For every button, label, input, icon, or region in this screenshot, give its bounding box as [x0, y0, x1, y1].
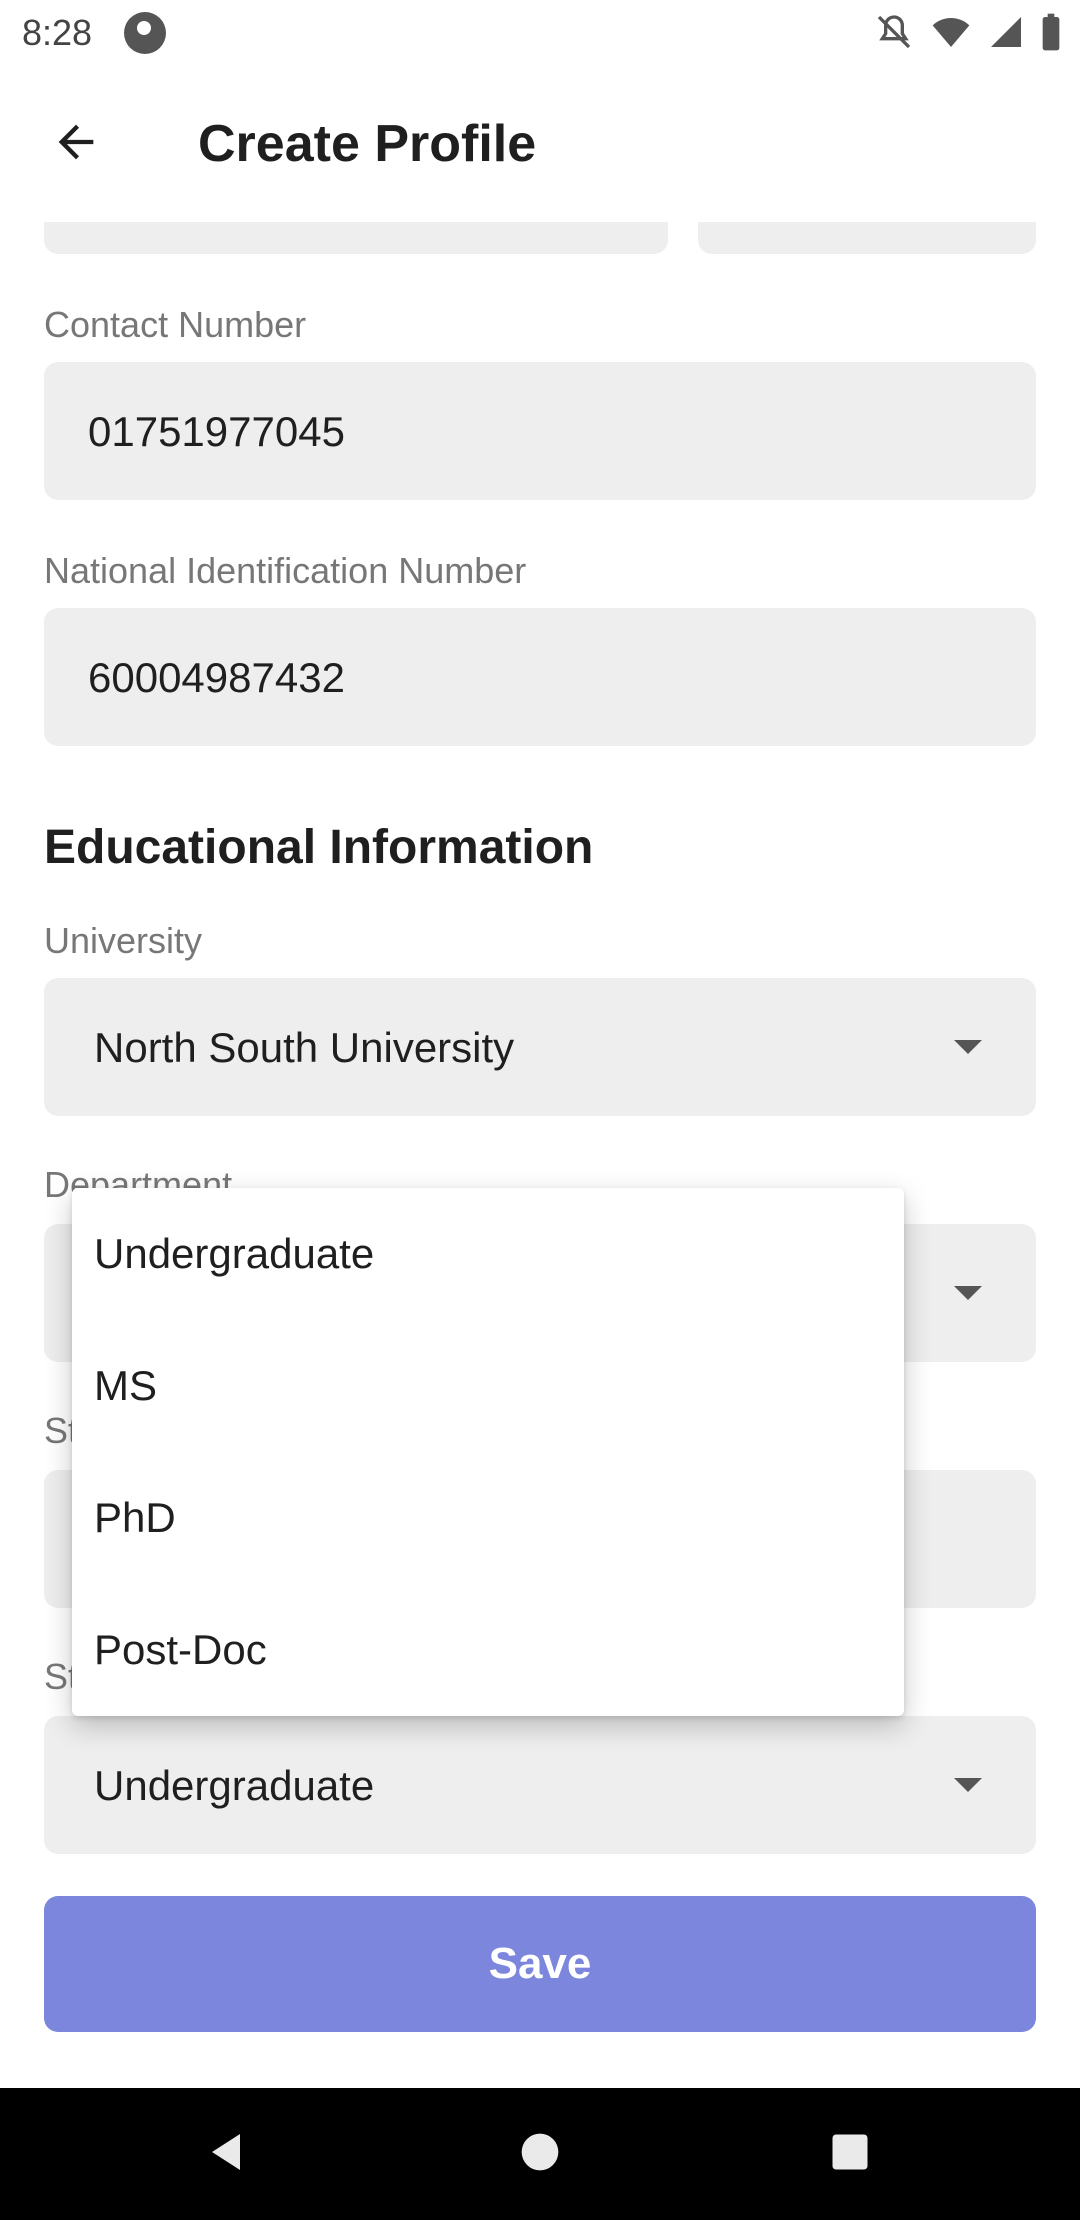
contact-number-label: Contact Number — [44, 304, 307, 345]
wifi-icon — [930, 12, 972, 57]
nav-home-button[interactable] — [460, 2088, 620, 2220]
menu-item-post-doc[interactable]: Post-Doc — [72, 1584, 904, 1716]
dropdown-menu: Undergraduate MS PhD Post-Doc — [72, 1188, 904, 1716]
nav-recents-icon — [829, 2131, 871, 2178]
status-bar: 8:28 — [0, 0, 1080, 66]
page-title: Create Profile — [198, 115, 537, 173]
chevron-down-icon — [954, 1286, 982, 1300]
national-id-field[interactable]: 60004987432 — [44, 608, 1036, 746]
menu-item-undergraduate[interactable]: Undergraduate — [72, 1188, 904, 1320]
status-time: 8:28 — [22, 12, 93, 53]
back-button[interactable] — [40, 108, 112, 180]
arrow-back-icon — [50, 116, 102, 173]
national-id-label: National Identification Number — [44, 550, 527, 591]
nav-back-icon — [204, 2128, 252, 2181]
signal-icon — [988, 12, 1024, 57]
national-id-value: 60004987432 — [88, 654, 345, 701]
battery-icon — [1040, 12, 1062, 57]
save-button[interactable]: Save — [44, 1896, 1036, 2032]
university-label: University — [44, 920, 203, 961]
educational-section-title: Educational Information — [44, 821, 594, 874]
contact-number-value: 01751977045 — [88, 408, 345, 455]
nav-recents-button[interactable] — [770, 2088, 930, 2220]
secondary-field-partial[interactable] — [698, 222, 1036, 254]
status-value: Undergraduate — [94, 1762, 375, 1809]
system-nav-bar — [0, 2088, 1080, 2220]
university-dropdown[interactable]: North South University — [44, 978, 1036, 1116]
notifications-off-icon — [874, 12, 914, 57]
chevron-down-icon — [954, 1778, 982, 1792]
nav-home-icon — [518, 2130, 562, 2179]
status-dropdown[interactable]: Undergraduate — [44, 1716, 1036, 1854]
app-notification-icon — [124, 12, 166, 54]
menu-item-phd[interactable]: PhD — [72, 1452, 904, 1584]
university-value: North South University — [94, 1024, 515, 1071]
contact-number-field[interactable]: 01751977045 — [44, 362, 1036, 500]
menu-item-ms[interactable]: MS — [72, 1320, 904, 1452]
app-bar: Create Profile — [0, 66, 1080, 222]
nav-back-button[interactable] — [148, 2088, 308, 2220]
chevron-down-icon — [954, 1040, 982, 1054]
name-field-partial[interactable] — [44, 222, 668, 254]
status-icons — [874, 12, 1062, 57]
